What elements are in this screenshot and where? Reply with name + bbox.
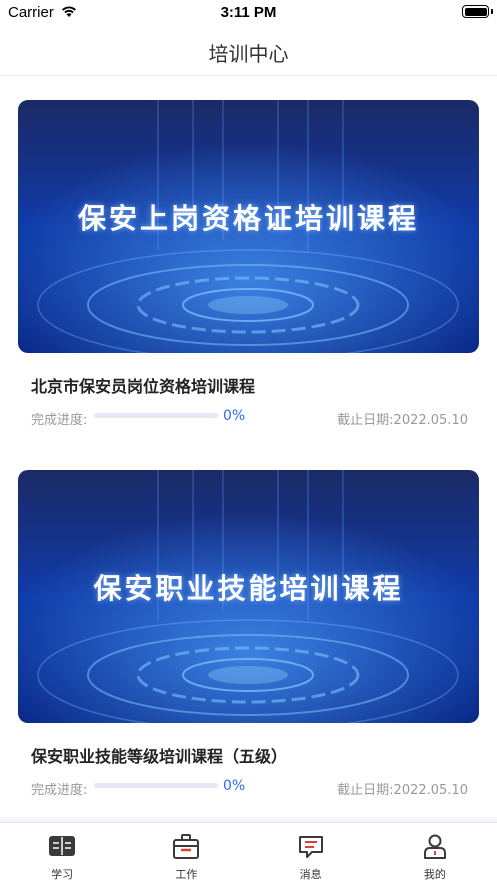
- battery-tip: [491, 9, 493, 14]
- course-card[interactable]: 保安职业技能培训课程 保安职业技能等级培训课程（五级） 完成进度: 0% 截止日…: [0, 447, 497, 817]
- battery-icon: [462, 5, 489, 18]
- tab-study[interactable]: 学习: [0, 823, 124, 883]
- deadline-date: 截止日期:2022.05.10: [337, 783, 468, 798]
- tab-work[interactable]: 工作: [124, 823, 248, 883]
- status-bar: Carrier 3:11 PM: [0, 0, 497, 26]
- course-banner-image[interactable]: 保安职业技能培训课程: [18, 470, 479, 723]
- course-title[interactable]: 保安职业技能等级培训课程（五级）: [31, 743, 287, 767]
- tab-label: 我的: [423, 868, 446, 881]
- banner-title: 保安职业技能培训课程: [93, 572, 404, 605]
- deadline-date: 截止日期:2022.05.10: [337, 413, 468, 428]
- progress-label: 完成进度:: [31, 413, 88, 428]
- course-card[interactable]: 保安上岗资格证培训课程 北京市保安员岗位资格培训课程 完成进度: 0% 截止日期…: [0, 77, 497, 447]
- progress-value: 0%: [223, 778, 246, 794]
- banner-title: 保安上岗资格证培训课程: [77, 202, 419, 235]
- progress-value: 0%: [223, 408, 246, 424]
- progress-bar: [94, 413, 218, 418]
- course-title[interactable]: 北京市保安员岗位资格培训课程: [31, 373, 255, 397]
- tab-label: 消息: [299, 868, 322, 881]
- course-banner-image[interactable]: 保安上岗资格证培训课程: [18, 100, 479, 353]
- book-icon: [49, 836, 76, 856]
- message-icon: [298, 836, 323, 858]
- tab-label: 工作: [175, 868, 198, 881]
- course-list[interactable]: 保安上岗资格证培训课程 北京市保安员岗位资格培训课程 完成进度: 0% 截止日期…: [0, 77, 497, 822]
- tab-messages[interactable]: 消息: [249, 823, 373, 883]
- progress-label: 完成进度:: [31, 783, 88, 798]
- tab-bar: 学习 工作 消息 我的: [0, 822, 497, 883]
- nav-bar: 培训中心: [0, 26, 497, 76]
- user-icon: [423, 834, 446, 859]
- tab-profile[interactable]: 我的: [373, 823, 497, 883]
- progress-bar: [94, 783, 218, 788]
- page-title: 培训中心: [208, 42, 289, 66]
- tab-label: 学习: [51, 868, 74, 881]
- briefcase-icon: [173, 834, 200, 859]
- clock-time: 3:11 PM: [220, 4, 277, 21]
